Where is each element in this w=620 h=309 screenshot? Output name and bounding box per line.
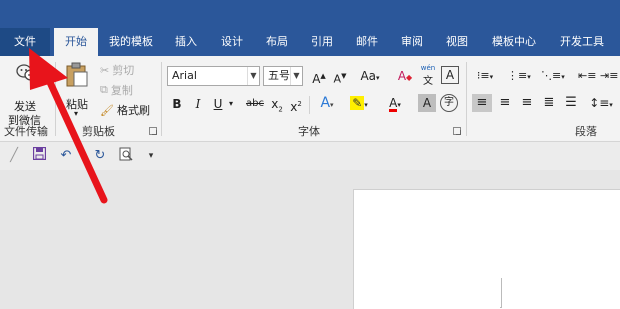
text-effects-icon[interactable]: A▾: [316, 94, 338, 112]
font-size-value: 五号: [268, 69, 290, 82]
phonetic-guide-icon[interactable]: wén 文: [418, 64, 438, 87]
copy-icon: ⧉: [100, 83, 108, 96]
quick-access-toolbar: ╱ ↶ ↻ ▾: [0, 142, 620, 170]
clear-formatting-icon[interactable]: A◆: [395, 67, 415, 85]
tab-mailings[interactable]: 邮件: [349, 28, 385, 56]
margin-corner-mark: [500, 278, 502, 308]
pen-icon[interactable]: ╱: [6, 147, 22, 165]
tab-insert[interactable]: 插入: [168, 28, 204, 56]
format-painter-button[interactable]: 🖌 格式刷: [100, 102, 150, 118]
ribbon-tab-bar: 文件 开始 我的模板 插入 设计 布局 引用 邮件 审阅 视图 模板中心 开发工…: [0, 28, 620, 56]
phonetic-bottom-text: 文: [423, 76, 433, 87]
strikethrough-icon[interactable]: abc: [244, 95, 266, 113]
divider: [309, 96, 310, 114]
bullets-icon[interactable]: ⁝≡▾: [474, 67, 496, 85]
document-area: [0, 170, 620, 309]
enclose-character-icon[interactable]: 字: [440, 94, 458, 112]
line-spacing-icon[interactable]: ↕≡▾: [588, 94, 614, 112]
tab-template-center[interactable]: 模板中心: [486, 28, 542, 56]
font-color-icon[interactable]: A▾: [381, 94, 409, 112]
increase-indent-icon[interactable]: ⇥≡: [600, 67, 618, 85]
font-name-value: Arial: [172, 69, 197, 82]
group-label-font: 字体: [298, 125, 320, 138]
save-icon[interactable]: [31, 146, 47, 165]
tab-developer[interactable]: 开发工具: [554, 28, 610, 56]
tab-my-templates[interactable]: 我的模板: [104, 28, 158, 56]
decrease-indent-icon[interactable]: ⇤≡: [578, 67, 596, 85]
chevron-down-icon: ▼: [290, 67, 302, 85]
tab-design[interactable]: 设计: [214, 28, 250, 56]
cut-label: 剪切: [112, 64, 135, 77]
copy-button[interactable]: ⧉ 复制: [100, 82, 133, 98]
customize-toolbar-icon[interactable]: ▾: [145, 147, 157, 165]
group-label-paragraph: 段落: [575, 125, 597, 138]
font-launcher-icon[interactable]: [453, 127, 461, 135]
superscript-icon[interactable]: x2: [289, 95, 303, 114]
font-size-combo[interactable]: 五号 ▼: [263, 66, 303, 86]
font-name-combo[interactable]: Arial ▼: [167, 66, 260, 86]
print-preview-icon[interactable]: [118, 147, 134, 165]
group-label-file-transfer: 文件传输: [4, 125, 48, 138]
numbering-icon[interactable]: ⋮≡▾: [507, 67, 531, 85]
chevron-down-icon: ▼: [247, 67, 259, 85]
distributed-icon[interactable]: ☰: [562, 94, 580, 112]
undo-icon[interactable]: ↶: [58, 147, 74, 165]
character-border-icon[interactable]: A: [441, 66, 459, 84]
highlight-color-icon[interactable]: ✎ ▾: [344, 94, 374, 112]
tab-file[interactable]: 文件: [0, 28, 50, 56]
tab-references[interactable]: 引用: [304, 28, 340, 56]
group-separator: [466, 62, 467, 136]
document-page[interactable]: [353, 189, 620, 309]
paste-dropdown-icon: ▾: [74, 109, 79, 118]
tab-home[interactable]: 开始: [54, 28, 98, 56]
word-window: 文件 开始 我的模板 插入 设计 布局 引用 邮件 审阅 视图 模板中心 开发工…: [0, 0, 620, 309]
align-left-icon[interactable]: ≡: [472, 94, 492, 112]
group-label-clipboard: 剪贴板: [82, 125, 115, 138]
align-right-icon[interactable]: ≡: [518, 94, 536, 112]
format-painter-label: 格式刷: [116, 104, 150, 117]
copy-label: 复制: [110, 84, 133, 97]
clipboard-paste-icon: [66, 62, 88, 87]
change-case-icon[interactable]: Aa▾: [357, 67, 383, 85]
subscript-icon[interactable]: x2: [270, 95, 284, 113]
character-shading-icon[interactable]: A: [418, 94, 436, 112]
cut-button[interactable]: ✂ 剪切: [100, 62, 134, 78]
underline-icon[interactable]: U: [211, 95, 225, 113]
multilevel-list-icon[interactable]: ⋱≡▾: [541, 67, 565, 85]
grow-font-icon[interactable]: A▲: [310, 67, 328, 86]
title-bar: [0, 0, 620, 28]
paintbrush-icon: 🖌: [100, 103, 114, 117]
tab-review[interactable]: 审阅: [394, 28, 430, 56]
italic-icon[interactable]: I: [191, 95, 205, 113]
clipboard-launcher-icon[interactable]: [149, 127, 157, 135]
redo-icon[interactable]: ↻: [92, 147, 108, 165]
tab-layout[interactable]: 布局: [259, 28, 295, 56]
scissors-icon: ✂: [100, 63, 110, 77]
bold-icon[interactable]: B: [170, 95, 184, 113]
group-separator: [55, 62, 56, 136]
send-to-wechat-button[interactable]: 发送 到微信: [4, 62, 50, 127]
tab-view[interactable]: 视图: [439, 28, 475, 56]
wechat-icon: [16, 64, 38, 81]
phonetic-top-text: wén: [420, 64, 436, 72]
paste-button[interactable]: 粘贴 ▾: [60, 60, 94, 120]
ribbon-home: 发送 到微信 文件传输 粘贴 ▾ ✂ 剪切 ⧉ 复制 🖌 格式刷 剪贴板 Ari…: [0, 56, 620, 142]
group-separator: [161, 62, 162, 136]
chevron-down-icon[interactable]: ▾: [226, 95, 236, 113]
align-center-icon[interactable]: ≡: [496, 94, 514, 112]
justify-icon[interactable]: ≣: [540, 94, 558, 112]
shrink-font-icon[interactable]: A▼: [331, 67, 349, 86]
